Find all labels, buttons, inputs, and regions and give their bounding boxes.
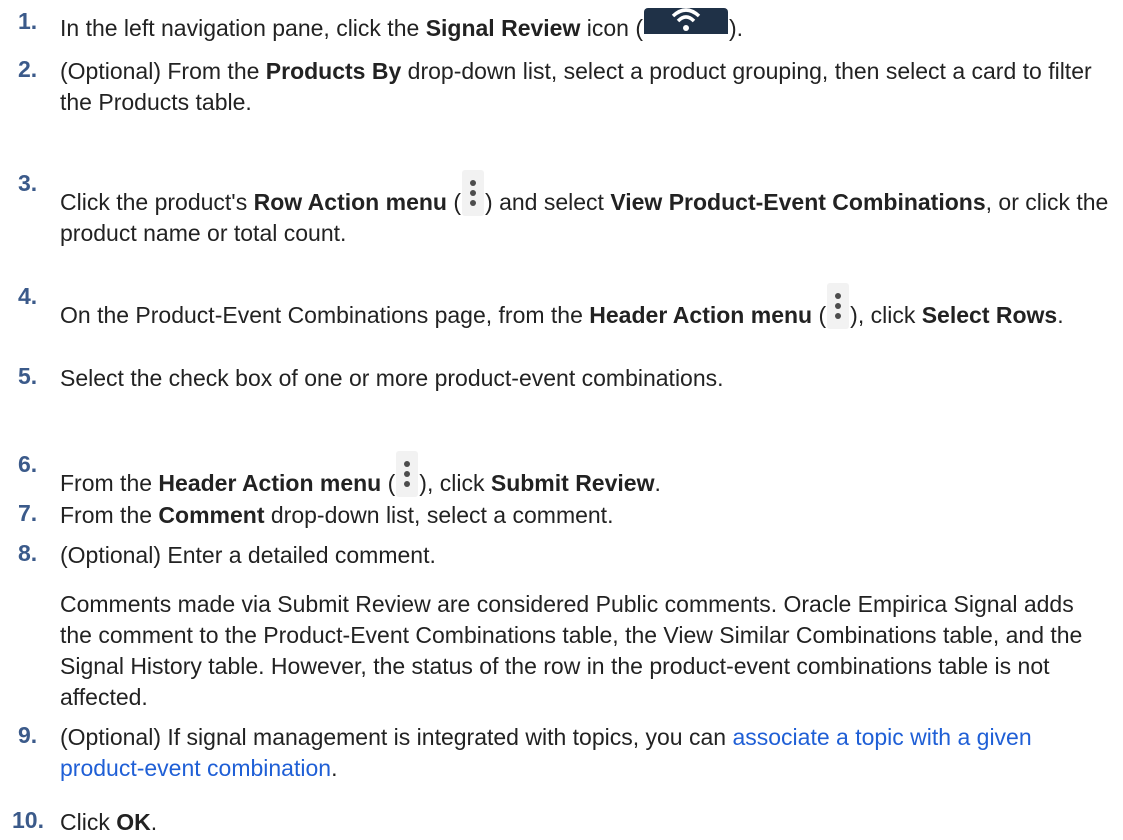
step-text: . [1057,302,1064,328]
step-text: ). [729,15,744,41]
step-number: 8. [18,540,38,566]
step-bold: Submit Review [490,470,655,496]
step-number: 5. [18,363,38,389]
step-bold: Header Action menu [589,302,813,328]
step-text: From the [60,502,159,528]
header-action-menu-icon [827,283,850,329]
step-text: Click the product's [60,189,254,215]
step-text: drop-down list, select a comment. [264,502,614,528]
step-bold: Signal Review [425,15,581,41]
step-text: Click [60,809,117,835]
step-text: On the Product-Event Combinations page, … [60,302,590,328]
row-action-menu-icon [462,170,485,216]
signal-review-icon [644,8,728,34]
step-text: In the left navigation pane, click the [60,15,426,41]
step-number: 2. [18,56,38,82]
step-number: 1. [18,8,38,34]
step-number: 3. [18,170,38,196]
step-bold: Products By [265,58,402,84]
header-action-menu-icon [396,451,419,497]
step-text: Select the check box of one or more prod… [60,365,724,391]
step-text: ) and select [485,189,611,215]
step-number: 4. [18,283,38,309]
step-bold: Comment [158,502,265,528]
step-text: ( [381,470,396,496]
step-text: (Optional) Enter a detailed comment. [60,542,436,568]
step-text: icon ( [580,15,643,41]
step-text: From the [60,470,159,496]
step-text: . [331,755,338,781]
step-8-note: Comments made via Submit Review are cons… [60,591,1083,710]
step-number: 9. [18,722,38,748]
step-number: 7. [18,500,38,526]
step-text: ( [446,189,462,215]
step-bold: View Product-Event Combinations [610,189,986,215]
step-text: (Optional) If signal management is integ… [60,724,733,750]
step-bold: Select Rows [921,302,1058,328]
step-bold: Row Action menu [253,189,447,215]
step-text: ( [812,302,827,328]
step-text: . [150,809,158,835]
step-text: ), click [850,302,922,328]
step-number: 10. [12,807,44,833]
step-text: . [654,470,661,496]
step-bold: Header Action menu [158,470,382,496]
step-bold: OK [116,809,151,835]
step-text: ), click [419,470,491,496]
step-text: (Optional) From the [60,58,266,84]
step-number: 6. [18,451,38,477]
